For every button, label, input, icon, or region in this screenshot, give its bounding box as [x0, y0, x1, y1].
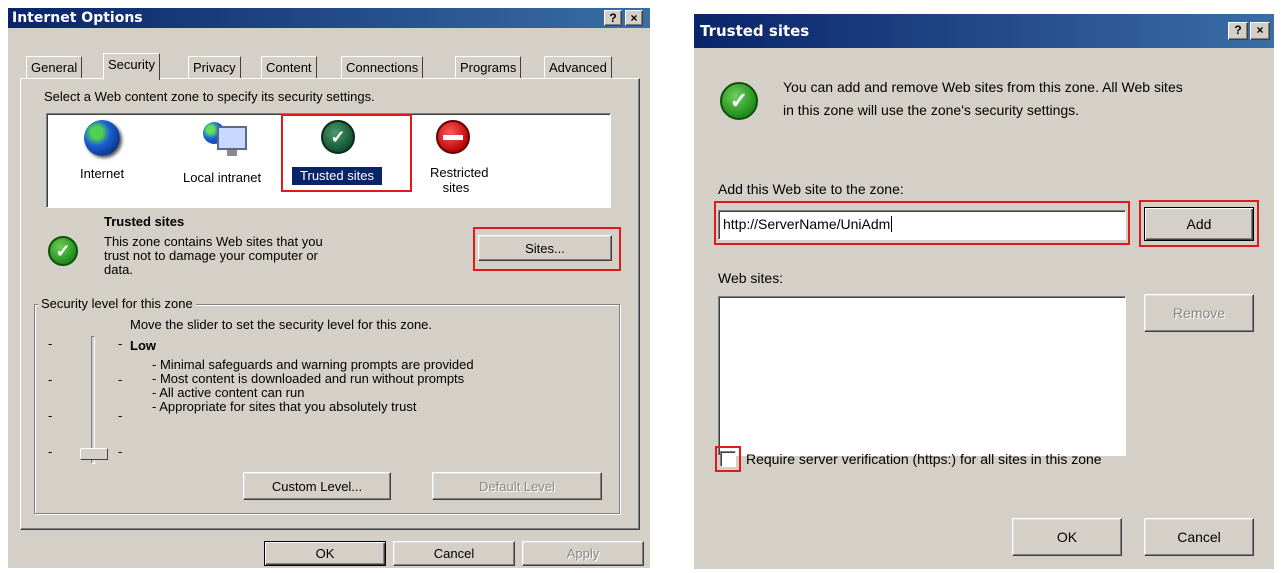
zone-check-icon: ✓ — [48, 236, 78, 266]
zone-restricted-sites[interactable]: Restricted sites — [416, 118, 516, 198]
slider-thumb[interactable] — [80, 448, 108, 460]
trusted-check-icon: ✓ — [720, 82, 758, 120]
restricted-sites-text: Restricted sites — [430, 165, 489, 195]
zone-label-local-intranet: Local intranet — [183, 170, 262, 185]
window-title: Internet Options — [12, 10, 143, 26]
custom-level-button[interactable]: Custom Level... — [243, 472, 391, 500]
zone-label-internet: Internet — [80, 166, 125, 181]
zone-desc-line-1: This zone contains Web sites that you — [104, 234, 323, 249]
require-https-label: Require server verification (https:) for… — [746, 451, 1102, 467]
tab-security[interactable]: Security — [103, 53, 160, 80]
no-entry-icon — [436, 120, 470, 154]
level-item-4: - Appropriate for sites that you absolut… — [152, 399, 417, 414]
highlight-sites-button — [473, 227, 621, 271]
highlight-trusted-zone — [281, 114, 412, 192]
apply-button[interactable]: Apply — [522, 541, 644, 566]
trusted-sites-titlebar: Trusted sites — [694, 14, 1274, 48]
zone-desc-line-2: trust not to damage your computer or — [104, 248, 318, 263]
highlight-add-button — [1139, 200, 1259, 247]
tab-privacy[interactable]: Privacy — [188, 56, 241, 78]
level-item-3: - All active content can run — [152, 385, 305, 400]
cancel-button[interactable]: Cancel — [393, 541, 515, 566]
tab-advanced[interactable]: Advanced — [544, 56, 612, 78]
ok-button[interactable]: OK — [1012, 518, 1122, 556]
trusted-sites-window: Trusted sites ? × ✓ You can add and remo… — [694, 14, 1274, 569]
zone-desc-line-3: data. — [104, 262, 133, 277]
close-button[interactable]: × — [625, 10, 643, 26]
websites-label: Web sites: — [718, 270, 784, 286]
computer-globe-icon — [203, 118, 253, 158]
help-button[interactable]: ? — [1228, 22, 1248, 40]
ok-button[interactable]: OK — [264, 541, 386, 566]
security-slider[interactable]: - - - - - - - - — [40, 336, 130, 466]
close-button[interactable]: × — [1250, 22, 1270, 40]
globe-icon — [84, 120, 120, 156]
level-name: Low — [130, 338, 156, 353]
tab-content[interactable]: Content — [261, 56, 317, 78]
zone-internet[interactable]: Internet — [68, 120, 148, 190]
info-line-1: You can add and remove Web sites from th… — [783, 79, 1183, 95]
security-group-label: Security level for this zone — [38, 296, 196, 311]
cancel-button[interactable]: Cancel — [1144, 518, 1254, 556]
remove-button[interactable]: Remove — [1144, 294, 1254, 332]
websites-list[interactable] — [718, 296, 1126, 456]
highlight-add-input — [714, 201, 1130, 245]
add-site-label: Add this Web site to the zone: — [718, 181, 904, 197]
level-item-2: - Most content is downloaded and run wit… — [152, 371, 465, 386]
tab-programs[interactable]: Programs — [455, 56, 522, 78]
tab-connections[interactable]: Connections — [341, 56, 424, 78]
level-item-1: - Minimal safeguards and warning prompts… — [152, 357, 474, 372]
internet-options-window: Internet Options ? × General Security Pr… — [8, 8, 650, 568]
zone-prompt: Select a Web content zone to specify its… — [44, 89, 375, 104]
slider-hint: Move the slider to set the security leve… — [130, 317, 433, 332]
zone-local-intranet[interactable]: Local intranet — [173, 118, 283, 188]
window-title: Trusted sites — [700, 22, 810, 40]
info-line-2: in this zone will use the zone's securit… — [783, 102, 1080, 118]
tab-general[interactable]: General — [26, 56, 83, 78]
internet-options-titlebar: Internet Options — [8, 8, 650, 28]
zone-label-restricted-sites: Restricted sites — [430, 165, 489, 195]
zone-heading: Trusted sites — [104, 214, 185, 229]
help-button[interactable]: ? — [604, 10, 622, 26]
default-level-button[interactable]: Default Level — [432, 472, 602, 500]
highlight-checkbox — [715, 446, 741, 472]
